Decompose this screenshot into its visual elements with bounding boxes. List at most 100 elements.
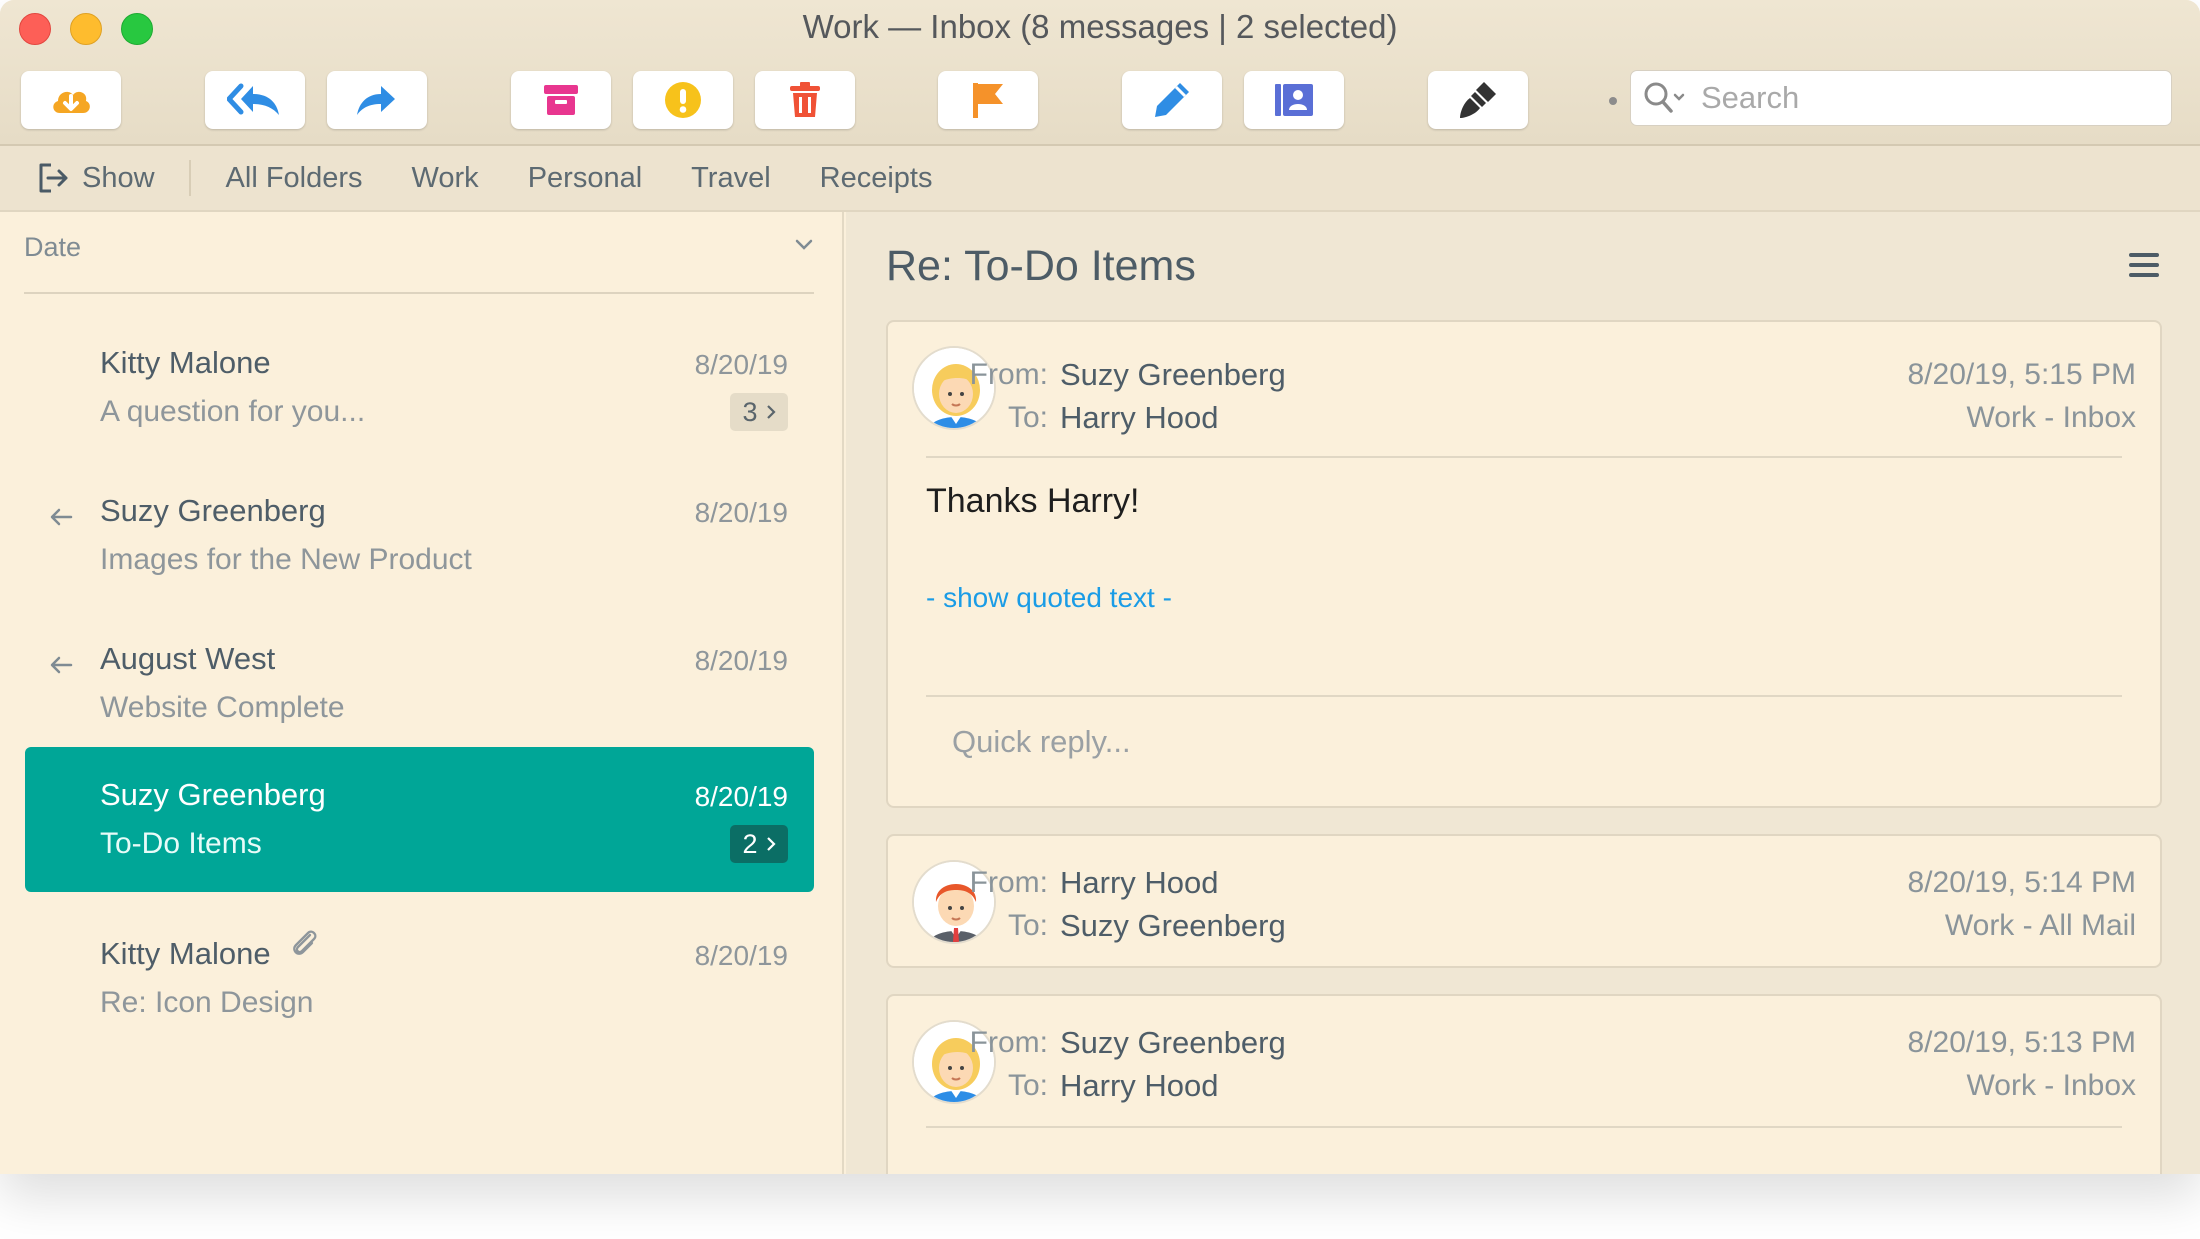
message-subject: Re: Icon Design bbox=[100, 986, 314, 1019]
show-quoted-text-link[interactable]: - show quoted text - bbox=[926, 582, 1172, 614]
message-datetime: 8/20/19, 5:14 PM bbox=[1907, 866, 2137, 899]
reply-all-button[interactable] bbox=[205, 71, 305, 129]
archive-button[interactable] bbox=[511, 71, 611, 129]
message-row[interactable]: August West 8/20/19 Website Complete bbox=[25, 617, 814, 762]
message-list: Date Kitty Malone 8/20/19 A question for… bbox=[0, 212, 844, 1174]
cloud-download-icon bbox=[53, 91, 90, 113]
chevron-down-icon bbox=[795, 239, 813, 250]
message-row[interactable]: Kitty Malone 8/20/19 A question for you.… bbox=[25, 321, 814, 466]
chevron-right-icon bbox=[766, 405, 776, 419]
delete-button[interactable] bbox=[755, 71, 855, 129]
message-folder: Work - Inbox bbox=[1966, 1069, 2137, 1102]
message-date: 8/20/19 bbox=[694, 781, 788, 812]
from-label: From: bbox=[969, 1026, 1048, 1059]
message-sender: August West bbox=[100, 641, 276, 676]
from-name[interactable]: Harry Hood bbox=[1060, 865, 1219, 901]
search-field[interactable] bbox=[1630, 70, 2172, 126]
message-body: Thanks Harry! bbox=[926, 482, 1140, 520]
attachment-icon bbox=[293, 930, 317, 955]
show-sidebar-button[interactable]: Show bbox=[37, 162, 155, 195]
favorite-travel[interactable]: Travel bbox=[691, 162, 771, 195]
message-folder: Work - Inbox bbox=[1966, 401, 2137, 434]
body-divider bbox=[926, 695, 2122, 697]
compose-button[interactable] bbox=[1122, 71, 1222, 129]
message-sender: Kitty Malone bbox=[100, 936, 271, 971]
paintbrush-icon bbox=[1460, 82, 1496, 118]
to-name[interactable]: Harry Hood bbox=[1060, 1068, 1219, 1104]
contacts-icon bbox=[1275, 84, 1313, 116]
message-datetime: 8/20/19, 5:13 PM bbox=[1907, 1026, 2137, 1059]
archive-icon bbox=[544, 85, 578, 115]
quick-reply-field[interactable]: Quick reply... bbox=[952, 724, 1131, 760]
message-card[interactable]: From: Harry Hood To: Suzy Greenberg 8/20… bbox=[886, 834, 2162, 968]
message-sender: Suzy Greenberg bbox=[100, 777, 326, 812]
thread-count-badge[interactable]: 3 bbox=[730, 393, 788, 431]
contacts-button[interactable] bbox=[1244, 71, 1344, 129]
hamburger-menu-icon[interactable] bbox=[2128, 252, 2160, 278]
favorite-work[interactable]: Work bbox=[412, 162, 479, 195]
sidebar-toggle-icon bbox=[39, 163, 68, 193]
to-label: To: bbox=[1007, 1069, 1048, 1102]
search-scope-indicator bbox=[1609, 97, 1617, 105]
message-date: 8/20/19 bbox=[694, 645, 788, 676]
show-label: Show bbox=[82, 161, 155, 194]
trash-icon bbox=[790, 82, 820, 117]
to-name[interactable]: Suzy Greenberg bbox=[1060, 908, 1286, 944]
header-divider bbox=[926, 456, 2122, 458]
flag-button[interactable] bbox=[938, 71, 1038, 129]
thread-count-badge[interactable]: 2 bbox=[730, 825, 788, 863]
reply-all-icon bbox=[227, 83, 279, 115]
message-card[interactable]: From: Suzy Greenberg To: Harry Hood 8/20… bbox=[886, 320, 2162, 808]
message-subject: Website Complete bbox=[100, 691, 345, 724]
favorites-bar: Show All Folders Work Personal Travel Re… bbox=[0, 146, 2200, 212]
thread-count: 2 bbox=[742, 828, 758, 859]
message-folder: Work - All Mail bbox=[1944, 909, 2136, 942]
replied-arrow-icon bbox=[50, 656, 73, 674]
favorite-personal[interactable]: Personal bbox=[528, 162, 642, 195]
forward-button[interactable] bbox=[327, 71, 427, 129]
message-date: 8/20/19 bbox=[694, 497, 788, 528]
thread-count: 3 bbox=[742, 396, 758, 427]
message-subject: A question for you... bbox=[100, 395, 366, 428]
mail-window: Work — Inbox (8 messages | 2 selected) S… bbox=[0, 0, 2200, 1174]
header-divider bbox=[926, 1126, 2122, 1128]
pencil-icon bbox=[1155, 83, 1189, 117]
themes-button[interactable] bbox=[1428, 71, 1528, 129]
thread-subject: Re: To-Do Items bbox=[886, 242, 1196, 290]
replied-arrow-icon bbox=[50, 508, 73, 526]
to-label: To: bbox=[1007, 909, 1048, 942]
get-mail-button[interactable] bbox=[21, 71, 121, 129]
message-card[interactable]: From: Suzy Greenberg To: Harry Hood 8/20… bbox=[886, 994, 2162, 1174]
from-label: From: bbox=[969, 358, 1048, 391]
from-label: From: bbox=[969, 866, 1048, 899]
flag-icon bbox=[973, 83, 1003, 118]
message-date: 8/20/19 bbox=[694, 940, 788, 971]
sort-selector[interactable]: Date bbox=[24, 232, 814, 294]
search-input[interactable] bbox=[1701, 80, 2141, 116]
window-title: Work — Inbox (8 messages | 2 selected) bbox=[802, 8, 1398, 45]
search-icon[interactable] bbox=[1643, 81, 1687, 115]
favorites-divider bbox=[188, 160, 191, 196]
from-name[interactable]: Suzy Greenberg bbox=[1060, 1025, 1286, 1061]
to-name[interactable]: Harry Hood bbox=[1060, 400, 1219, 436]
message-row[interactable]: Suzy Greenberg 8/20/19 Images for the Ne… bbox=[25, 469, 814, 614]
message-subject: To-Do Items bbox=[100, 827, 262, 860]
message-sender: Kitty Malone bbox=[100, 345, 271, 380]
from-name[interactable]: Suzy Greenberg bbox=[1060, 357, 1286, 393]
favorite-all-folders[interactable]: All Folders bbox=[226, 162, 363, 195]
message-subject: Images for the New Product bbox=[100, 543, 472, 576]
sort-label: Date bbox=[24, 232, 82, 262]
message-row-selected[interactable]: Suzy Greenberg 8/20/19 To-Do Items 2 bbox=[25, 747, 814, 892]
message-row[interactable]: Kitty Malone 8/20/19 Re: Icon Design bbox=[25, 912, 814, 1057]
message-date: 8/20/19 bbox=[694, 349, 788, 380]
warning-icon bbox=[665, 82, 701, 118]
forward-icon bbox=[357, 86, 395, 115]
to-label: To: bbox=[1007, 401, 1048, 434]
message-datetime: 8/20/19, 5:15 PM bbox=[1907, 358, 2137, 391]
reading-pane: Re: To-Do Items From: Suzy Greenberg To:… bbox=[846, 212, 2200, 1174]
junk-button[interactable] bbox=[633, 71, 733, 129]
favorite-receipts[interactable]: Receipts bbox=[820, 162, 933, 195]
message-sender: Suzy Greenberg bbox=[100, 493, 326, 528]
title-bar: Work — Inbox (8 messages | 2 selected) bbox=[0, 0, 2200, 146]
chevron-right-icon bbox=[766, 837, 776, 851]
